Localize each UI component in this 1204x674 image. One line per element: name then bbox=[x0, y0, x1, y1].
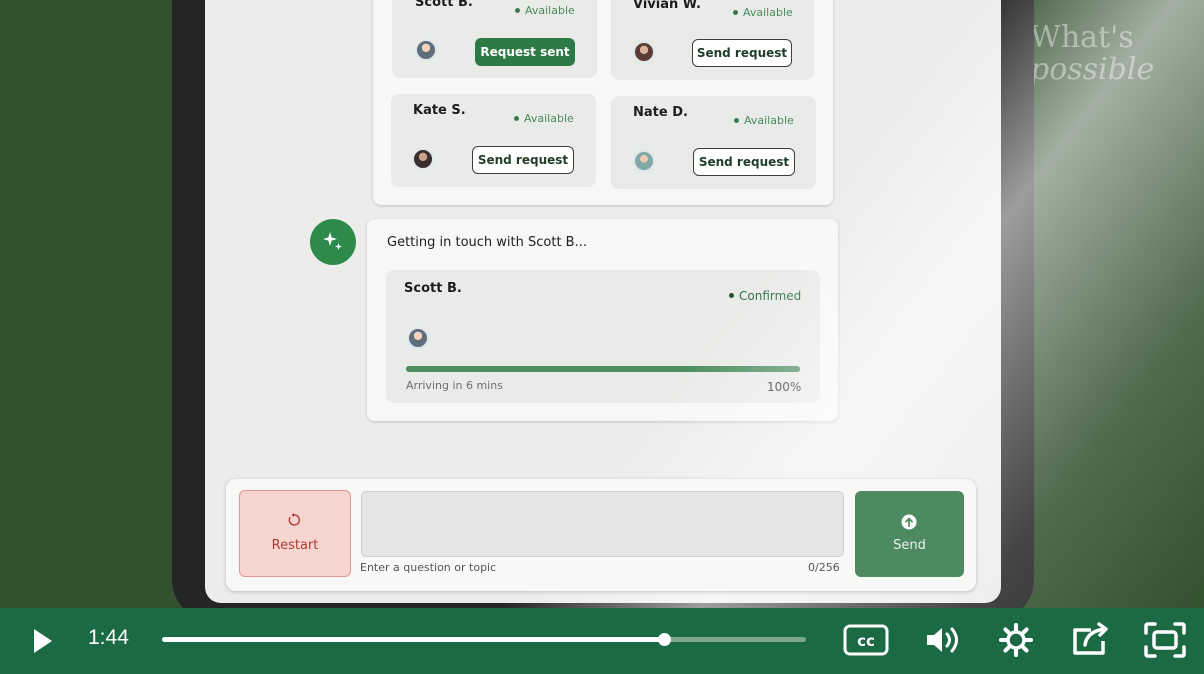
fullscreen-icon[interactable] bbox=[1143, 621, 1187, 659]
watermark-line-1: What's bbox=[1030, 20, 1134, 55]
video-controls-bar: 1:44 cc bbox=[0, 608, 1204, 674]
status-dot-icon bbox=[515, 7, 520, 13]
character-counter: 0/256 bbox=[808, 561, 840, 574]
restart-icon bbox=[288, 513, 300, 526]
restart-button[interactable]: Restart bbox=[239, 490, 351, 577]
send-label: Send bbox=[893, 538, 926, 553]
watermark-line-2: possible bbox=[1030, 52, 1155, 87]
send-request-button[interactable]: Send request bbox=[692, 39, 792, 67]
driver-status: Available bbox=[515, 4, 575, 17]
volume-icon[interactable] bbox=[924, 624, 962, 656]
driver-avatar bbox=[412, 148, 434, 170]
arrival-progress-bar bbox=[406, 366, 800, 372]
assistant-message-text: Getting in touch with Scott B... bbox=[387, 235, 588, 250]
play-icon[interactable] bbox=[31, 627, 55, 655]
sparkle-icon bbox=[310, 219, 356, 265]
closed-captions-icon[interactable]: cc bbox=[843, 624, 889, 656]
arrival-progress-fill bbox=[406, 366, 800, 372]
driver-avatar bbox=[633, 41, 655, 63]
seek-bar-fill bbox=[162, 637, 665, 642]
driver-avatar bbox=[633, 150, 655, 172]
settings-gear-icon[interactable] bbox=[998, 622, 1034, 658]
confirmed-status: Confirmed bbox=[729, 289, 801, 303]
current-time: 1:44 bbox=[88, 626, 129, 649]
seek-bar[interactable] bbox=[162, 633, 806, 646]
driver-status: Available bbox=[734, 114, 794, 127]
driver-avatar bbox=[415, 39, 437, 61]
brand-watermark: What's possible bbox=[1030, 22, 1154, 86]
question-input[interactable] bbox=[361, 491, 844, 557]
arrival-progress-label: 100% bbox=[767, 380, 802, 394]
status-dot-icon bbox=[734, 117, 739, 123]
arrival-eta: Arriving in 6 mins bbox=[406, 379, 503, 392]
share-icon[interactable] bbox=[1071, 621, 1111, 657]
driver-status: Available bbox=[733, 6, 793, 19]
input-hint: Enter a question or topic bbox=[360, 561, 497, 574]
confirmed-driver-avatar bbox=[407, 327, 429, 349]
status-dot-icon bbox=[729, 293, 734, 298]
driver-name: Kate S. bbox=[413, 103, 466, 118]
restart-label: Restart bbox=[271, 538, 319, 553]
send-button[interactable]: Send bbox=[855, 491, 964, 577]
driver-name: Scott B. bbox=[415, 0, 473, 10]
send-request-button[interactable]: Send request bbox=[693, 148, 795, 176]
svg-text:cc: cc bbox=[857, 632, 875, 650]
status-dot-icon bbox=[514, 115, 519, 121]
send-request-button[interactable]: Send request bbox=[472, 146, 574, 174]
arrow-up-circle-icon bbox=[901, 514, 917, 530]
driver-name: Vivian W. bbox=[633, 0, 701, 12]
request-sent-button[interactable]: Request sent bbox=[475, 38, 575, 66]
driver-status: Available bbox=[514, 112, 574, 125]
driver-name: Nate D. bbox=[633, 105, 688, 120]
status-dot-icon bbox=[733, 9, 738, 15]
seek-handle[interactable] bbox=[658, 633, 672, 646]
confirmed-driver-name: Scott B. bbox=[404, 281, 462, 296]
video-frame[interactable]: What's possible Scott B. Available Reque… bbox=[0, 0, 1204, 608]
